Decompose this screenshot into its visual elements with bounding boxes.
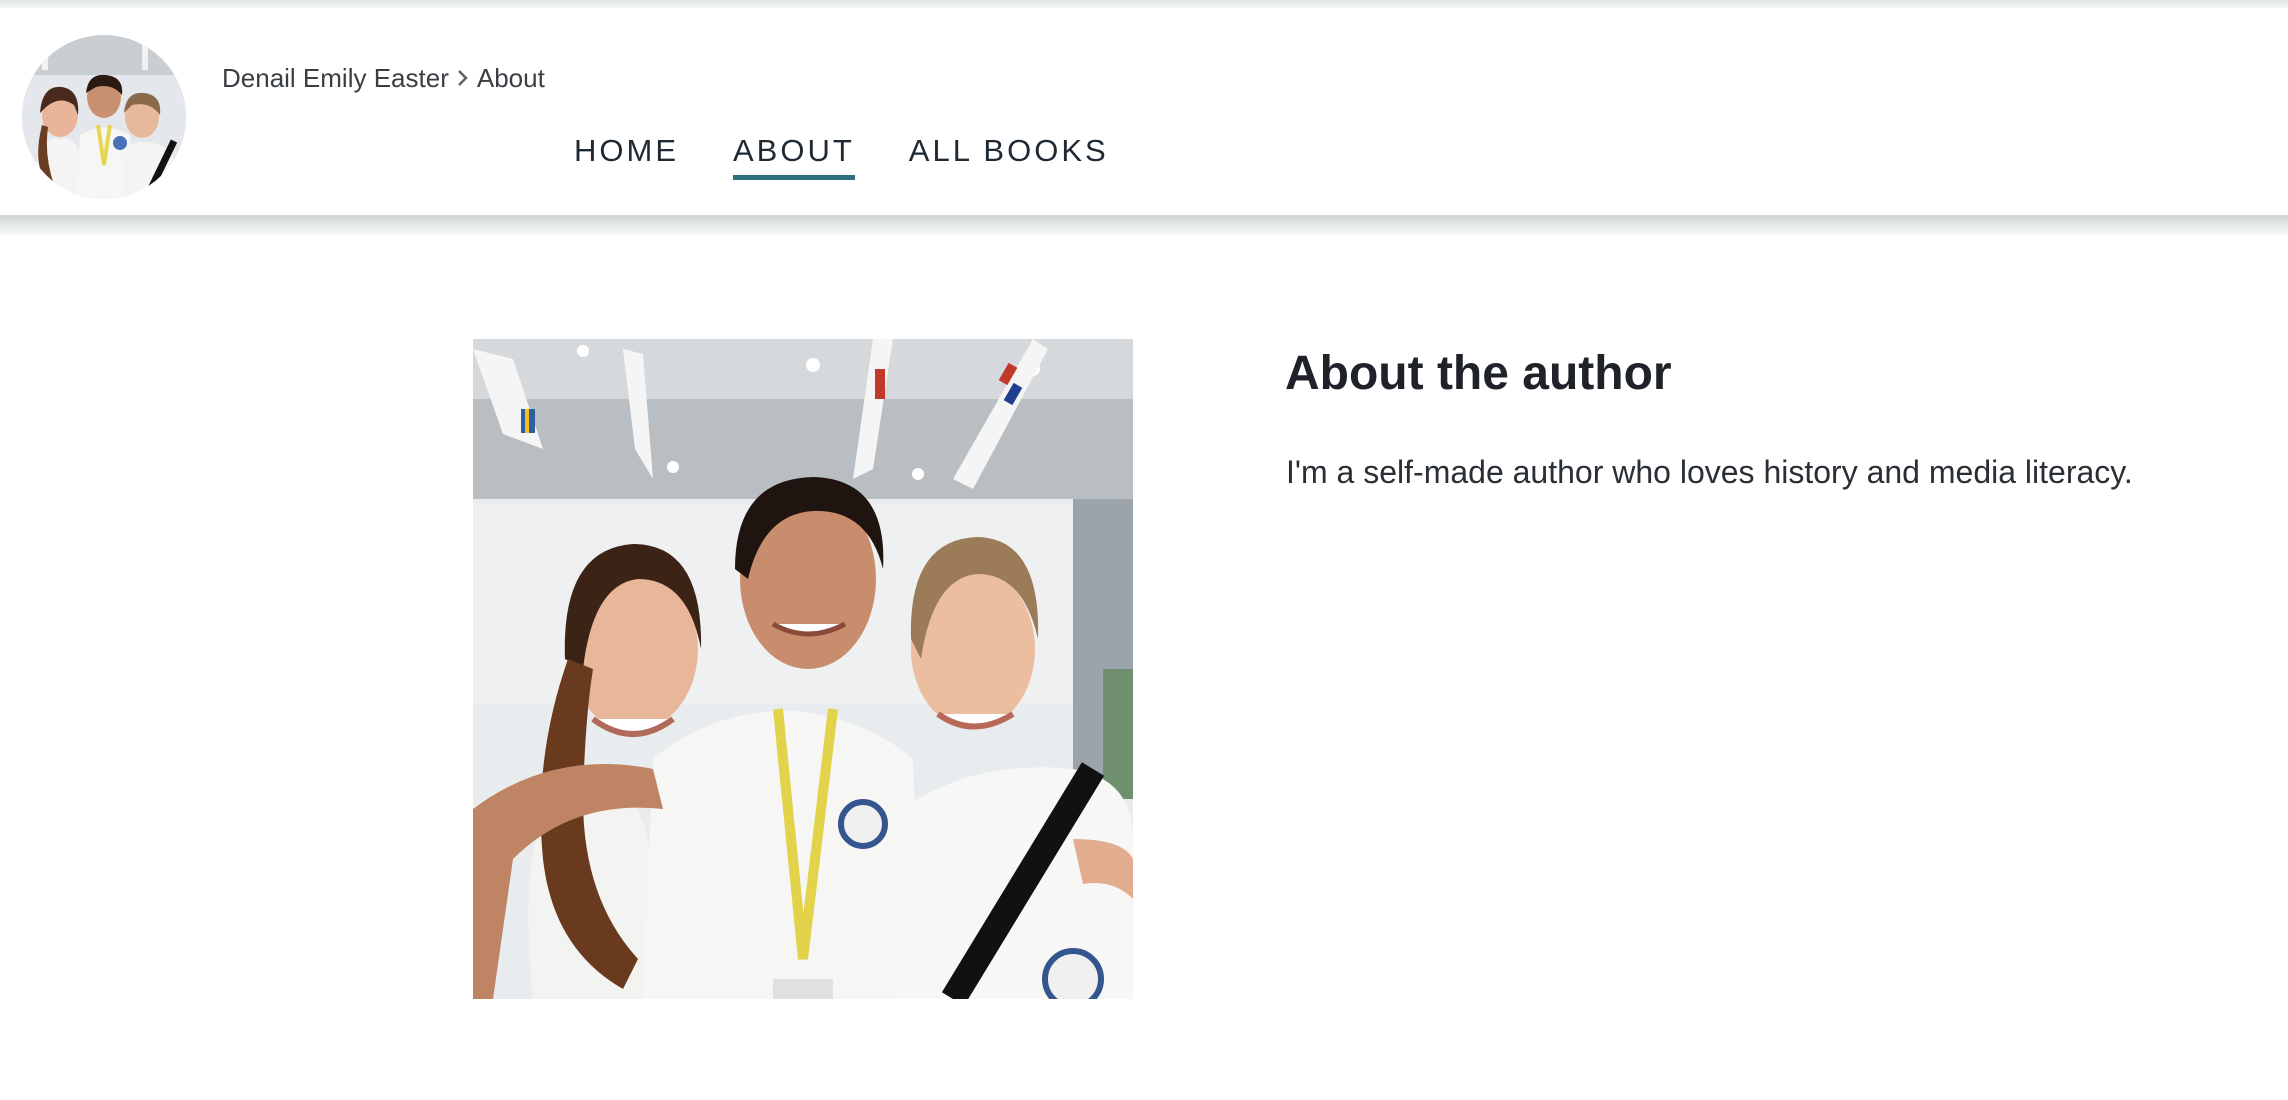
about-title: About the author (1285, 347, 1672, 400)
author-avatar-image (22, 35, 186, 199)
nav-home[interactable]: HOME (574, 130, 679, 180)
main-nav: HOME ABOUT ALL BOOKS (574, 130, 1163, 180)
breadcrumb-author-link[interactable]: Denail Emily Easter (222, 63, 449, 94)
author-avatar[interactable] (22, 35, 186, 199)
nav-all-books[interactable]: ALL BOOKS (909, 130, 1109, 180)
author-photo (473, 339, 1133, 999)
breadcrumb: Denail Emily Easter About (222, 60, 545, 96)
nav-about[interactable]: ABOUT (733, 130, 855, 180)
breadcrumb-current: About (476, 62, 545, 93)
author-header: Denail Emily Easter About HOME ABOUT ALL… (0, 8, 2288, 215)
header-divider (0, 215, 2288, 237)
top-border (0, 0, 2288, 8)
chevron-right-icon (449, 63, 477, 94)
about-bio: I'm a self-made author who loves history… (1286, 454, 2133, 490)
